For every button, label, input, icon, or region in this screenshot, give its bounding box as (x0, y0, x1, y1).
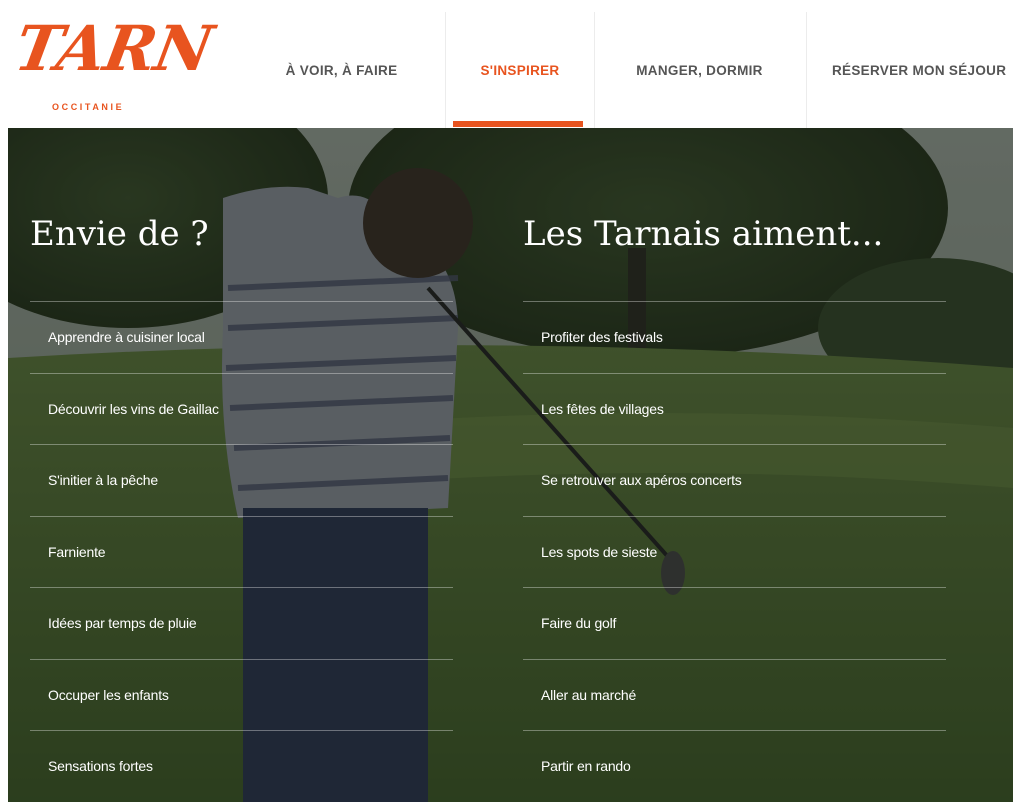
menu-link-label: Se retrouver aux apéros concerts (541, 472, 742, 489)
menu-list: Apprendre à cuisiner local Découvrir les… (30, 301, 453, 802)
tarn-logo[interactable]: TARN OCCITANIE (10, 12, 218, 118)
site-header: TARN OCCITANIE À VOIR, À FAIRE S'INSPIRE… (0, 0, 1013, 128)
menu-link-label: Sensations fortes (48, 758, 153, 775)
menu-link-label: Découvrir les vins de Gaillac (48, 400, 219, 417)
menu-link-label: Les fêtes de villages (541, 400, 664, 417)
active-tab-indicator (453, 121, 583, 127)
menu-link[interactable]: Farniente (30, 515, 453, 588)
menu-link-label: Idées par temps de pluie (48, 615, 197, 632)
nav-item-reserver-mon-sejour[interactable]: RÉSERVER MON SÉJOUR (806, 12, 1013, 128)
menu-link-label: Apprendre à cuisiner local (48, 329, 205, 346)
menu-link[interactable]: Se retrouver aux apéros concerts (523, 444, 946, 516)
menu-link[interactable]: Les fêtes de villages (523, 372, 946, 445)
menu-link[interactable]: Faire du golf (523, 587, 946, 659)
menu-link[interactable]: Sensations fortes (30, 730, 453, 802)
menu-link-label: Farniente (48, 543, 106, 560)
nav-item-a-voir-a-faire[interactable]: À VOIR, À FAIRE (238, 12, 446, 128)
menu-link[interactable]: Aller au marché (523, 658, 946, 731)
menu-link[interactable]: Profiter des festivals (523, 301, 946, 373)
menu-link[interactable]: Occuper les enfants (30, 658, 453, 731)
column-title: Envie de ? (30, 214, 209, 254)
logo-subtitle: OCCITANIE (52, 102, 125, 112)
menu-link[interactable]: S'initier à la pêche (30, 444, 453, 516)
menu-link-label: Les spots de sieste (541, 543, 658, 560)
menu-link[interactable]: Partir en rando (523, 730, 946, 802)
logo-wordmark: TARN (9, 12, 218, 85)
menu-link-label: Occuper les enfants (48, 686, 169, 703)
menu-link-label: Partir en rando (541, 758, 631, 775)
menu-list: Profiter des festivals Les fêtes de vill… (523, 301, 946, 802)
column-title: Les Tarnais aiment... (523, 214, 884, 254)
menu-link[interactable]: Apprendre à cuisiner local (30, 301, 453, 373)
nav-item-manger-dormir[interactable]: MANGER, DORMIR (593, 12, 807, 128)
mega-menu-panel: Envie de ? Apprendre à cuisiner local Dé… (8, 128, 1013, 802)
menu-link[interactable]: Les spots de sieste (523, 515, 946, 588)
menu-link-label: Aller au marché (541, 686, 637, 703)
menu-link-label: S'initier à la pêche (48, 472, 158, 489)
nav-item-s-inspirer[interactable]: S'INSPIRER (445, 12, 595, 128)
menu-link-label: Profiter des festivals (541, 329, 663, 346)
menu-link[interactable]: Idées par temps de pluie (30, 587, 453, 659)
menu-link[interactable]: Découvrir les vins de Gaillac (30, 372, 453, 445)
menu-link-label: Faire du golf (541, 615, 617, 632)
